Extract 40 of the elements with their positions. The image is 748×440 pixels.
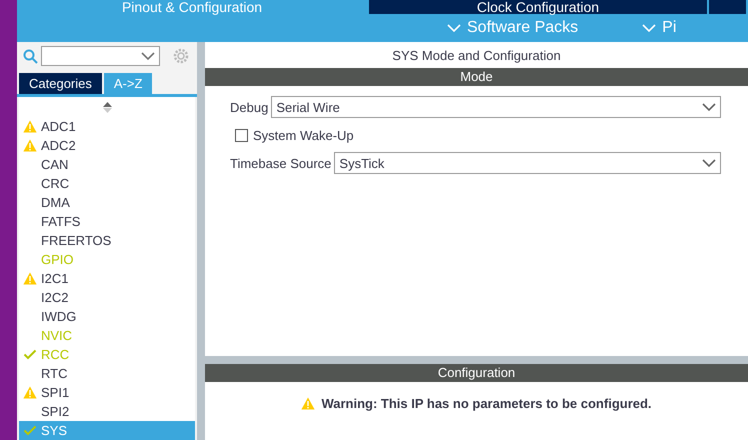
warning-icon — [301, 397, 316, 410]
section-header: Mode — [205, 68, 748, 86]
sort-icon[interactable] — [102, 102, 112, 112]
search-combo[interactable] — [41, 46, 160, 66]
peripheral-item[interactable]: FATFS — [19, 212, 195, 231]
peripheral-item[interactable]: FREERTOS — [19, 231, 195, 250]
peripheral-item[interactable]: ADC1 — [19, 117, 195, 136]
warning-icon — [23, 120, 37, 133]
warning-icon — [23, 139, 37, 152]
field-label: Debug — [230, 100, 268, 114]
peripheral-item[interactable]: CAN — [19, 155, 195, 174]
peripheral-item[interactable]: DMA — [19, 193, 195, 212]
check-icon — [23, 425, 37, 436]
checkbox-label: System Wake-Up — [253, 128, 354, 142]
peripheral-item[interactable]: SPI1 — [19, 383, 195, 402]
field-label: Timebase Source — [230, 156, 332, 170]
sidebar-tab[interactable]: Categories — [19, 73, 102, 94]
peripheral-item[interactable]: ADC2 — [19, 136, 195, 155]
checkbox[interactable] — [235, 128, 248, 142]
peripheral-item[interactable]: I2C1 — [19, 269, 195, 288]
chevron-down-icon — [447, 24, 461, 32]
chevron-down-icon — [702, 158, 716, 168]
panel-title: SYS Mode and Configuration — [391, 47, 562, 65]
section-header: Configuration — [205, 364, 748, 382]
top-tab[interactable]: Clock Configuration — [369, 0, 709, 14]
chevron-down-icon — [141, 52, 155, 60]
peripheral-item[interactable]: I2C2 — [19, 288, 195, 307]
debug-select[interactable]: Serial Wire — [271, 96, 721, 118]
chevron-down-icon — [702, 102, 716, 112]
check-icon — [23, 349, 37, 360]
peripheral-item[interactable]: CRC — [19, 174, 195, 193]
chevron-down-icon — [642, 24, 656, 32]
warning-icon — [23, 272, 37, 285]
peripheral-item[interactable]: RTC — [19, 364, 195, 383]
timebase-select[interactable]: SysTick — [334, 152, 721, 174]
peripheral-item[interactable]: IWDG — [19, 307, 195, 326]
warning-message: Warning: This IP has no parameters to be configured. — [321, 396, 652, 411]
top-tab[interactable] — [709, 0, 748, 14]
peripheral-item[interactable]: SPI2 — [19, 402, 195, 421]
warning-icon — [23, 386, 37, 399]
